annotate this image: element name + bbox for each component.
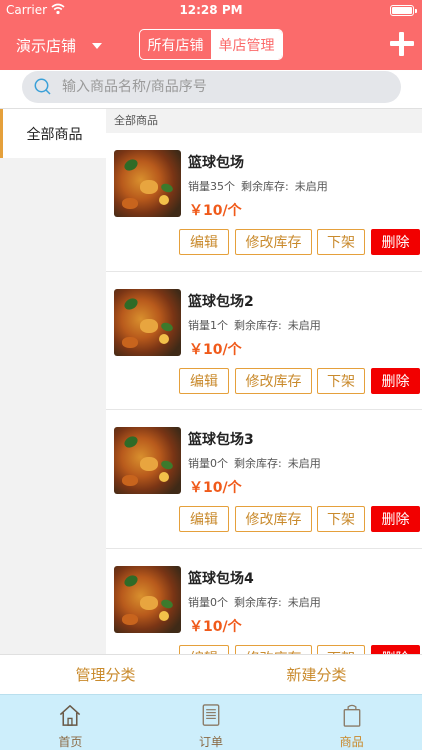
product-card: 篮球包场3 销量0个 剩余库存: 未启用 ￥10/个 编辑 修改库存 下架 删除 [106, 410, 422, 549]
status-time: 12:28 PM [179, 3, 243, 17]
product-card: 篮球包场2 销量1个 剩余库存: 未启用 ￥10/个 编辑 修改库存 下架 删除 [106, 271, 422, 410]
category-item-all[interactable]: 全部商品 [0, 109, 106, 158]
home-icon [60, 705, 81, 726]
list-header: 全部商品 [106, 109, 422, 133]
stock-value: 未启用 [294, 180, 328, 193]
off-shelf-button[interactable]: 下架 [317, 506, 365, 532]
off-shelf-button[interactable]: 下架 [317, 644, 365, 654]
edit-stock-button[interactable]: 修改库存 [235, 367, 312, 394]
product-name: 篮球包场4 [188, 570, 254, 587]
product-icon [343, 704, 361, 727]
stock-value: 未启用 [287, 595, 321, 609]
delete-button[interactable]: 删除 [371, 367, 420, 394]
search-icon [34, 78, 51, 95]
search-input[interactable] [62, 71, 392, 103]
battery-icon [390, 5, 417, 16]
product-stats: 销量0个 剩余库存: 未启用 [188, 594, 321, 610]
product-image [114, 288, 181, 356]
product-name: 篮球包场2 [188, 293, 254, 310]
category-sidebar: 全部商品 [0, 108, 106, 654]
delete-button[interactable]: 删除 [371, 506, 420, 532]
nav-bar: 演示店铺 所有店铺 单店管理 [0, 20, 422, 70]
stock-label: 剩余库存: [234, 318, 282, 332]
segment-all-stores[interactable]: 所有店铺 [140, 30, 211, 59]
product-price: ￥10/个 [189, 618, 242, 635]
product-stats: 销量0个 剩余库存: 未启用 [188, 455, 321, 471]
store-mode-segmented-control: 所有店铺 单店管理 [139, 29, 283, 60]
product-price: ￥10/个 [189, 341, 242, 358]
search-area [0, 70, 422, 108]
segment-single-store[interactable]: 单店管理 [211, 30, 282, 59]
product-card: 篮球包场4 销量0个剩余库存: 未启用 ￥10/个 编辑 修改库存 下架 删除 [106, 548, 422, 654]
edit-button[interactable]: 编辑 [179, 229, 229, 255]
tab-label: 首页 [58, 735, 83, 749]
store-selector[interactable]: 演示店铺 [16, 35, 103, 56]
create-category-button[interactable]: 新建分类 [211, 655, 422, 694]
product-card: 篮球包场 销量35个 剩余库存: 未启用 ￥10/个 编辑 修改库存 下架 删除 [106, 133, 422, 272]
product-list[interactable]: 全部商品 篮球包场 销量35个 剩余库存: 未启用 ￥10/个 编辑 修改库存 下架… [106, 108, 422, 654]
delete-button[interactable]: 删除 [371, 644, 420, 654]
stock-value: 未启用 [287, 318, 321, 332]
edit-stock-button[interactable]: 修改库存 [235, 644, 312, 654]
off-shelf-button[interactable]: 下架 [317, 229, 365, 255]
tab-home[interactable]: 首页 [0, 695, 141, 750]
product-price: ￥10/个 [189, 480, 242, 496]
product-image [114, 150, 181, 217]
tab-label: 订单 [199, 735, 224, 749]
search-box [22, 71, 401, 103]
edit-stock-button[interactable]: 修改库存 [235, 229, 312, 255]
tab-orders[interactable]: 订单 [141, 695, 282, 750]
product-sales: 销量1个 [188, 318, 228, 332]
edit-stock-button[interactable]: 修改库存 [235, 506, 312, 532]
tab-bar: 首页 订单 商品 [0, 694, 422, 750]
product-price: ￥10/个 [189, 203, 242, 219]
delete-button[interactable]: 删除 [371, 229, 420, 255]
product-name: 篮球包场 [188, 155, 244, 171]
edit-button[interactable]: 编辑 [179, 367, 229, 394]
product-image [114, 427, 181, 494]
product-image [114, 565, 181, 633]
stock-label: 剩余库存: [234, 457, 282, 470]
edit-button[interactable]: 编辑 [179, 644, 229, 654]
category-actions-bar: 管理分类 新建分类 [0, 654, 422, 694]
caret-down-icon [92, 42, 103, 49]
stock-value: 未启用 [287, 457, 321, 470]
stock-label: 剩余库存: [234, 595, 282, 609]
product-stats: 销量35个 剩余库存: 未启用 [188, 178, 328, 194]
product-stats: 销量1个 剩余库存: 未启用 [188, 317, 321, 333]
manage-categories-button[interactable]: 管理分类 [0, 655, 211, 694]
product-sales: 销量0个 [188, 457, 228, 470]
order-icon [202, 704, 220, 726]
store-name: 演示店铺 [16, 37, 77, 55]
edit-button[interactable]: 编辑 [179, 506, 229, 532]
product-name: 篮球包场3 [188, 432, 254, 448]
product-sales: 销量0个 [188, 595, 228, 609]
product-sales: 销量35个 [188, 180, 235, 193]
tab-label: 商品 [339, 735, 364, 749]
off-shelf-button[interactable]: 下架 [317, 367, 365, 394]
stock-label: 剩余库存: [241, 180, 289, 193]
tab-products[interactable]: 商品 [281, 695, 422, 750]
status-bar: Carrier 12:28 PM [0, 0, 422, 20]
add-product-button[interactable] [390, 32, 414, 56]
